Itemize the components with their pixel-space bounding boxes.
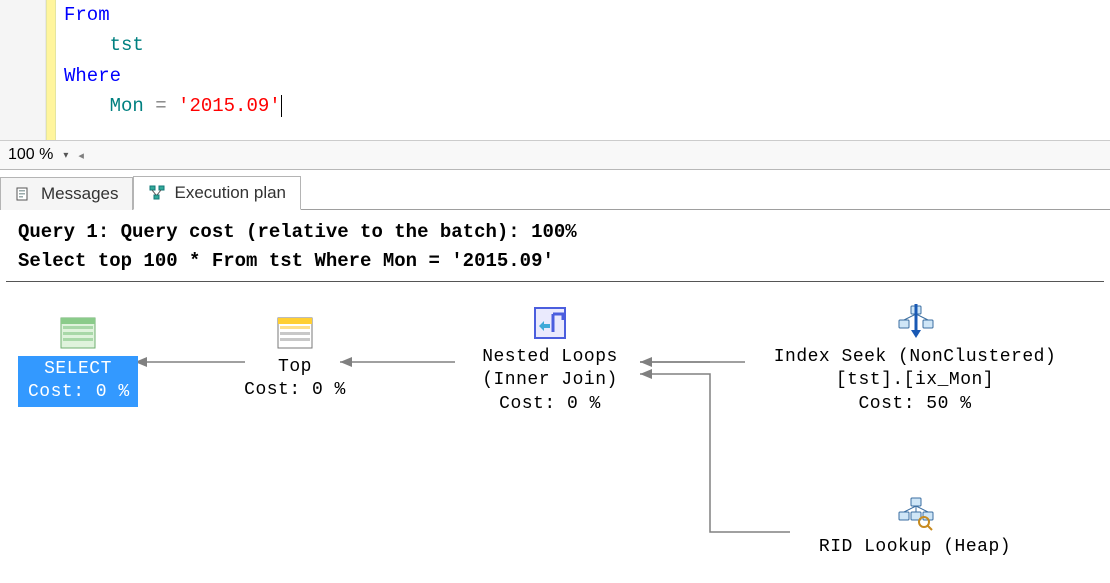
zoom-bar: 100 % ▾ ◂ [0,140,1110,170]
seek-sub: [tst].[ix_Mon] [745,369,1085,392]
text-cursor [281,95,282,117]
nested-cost: Cost: 0 % [450,393,650,416]
string-literal: '2015.09' [178,95,281,117]
plan-node-index-seek[interactable]: Index Seek (NonClustered) [tst].[ix_Mon]… [745,302,1085,416]
tab-execution-plan[interactable]: Execution plan [133,176,301,210]
sql-code[interactable]: From tst Where Mon = '2015.09' [56,0,290,140]
nested-loops-icon [529,302,571,344]
tab-execution-plan-label: Execution plan [174,183,286,203]
zoom-value[interactable]: 100 % [8,146,53,164]
plan-node-rid-lookup[interactable]: RID Lookup (Heap) [790,492,1040,559]
keyword-where: Where [64,65,121,87]
select-highlight: SELECT Cost: 0 % [18,356,138,407]
top-icon [274,312,316,354]
rid-lookup-icon [894,492,936,534]
select-title: SELECT [28,358,128,381]
plan-diagram[interactable]: SELECT Cost: 0 % Top Cost: 0 % Nested Lo… [0,282,1110,562]
identifier-mon: Mon [110,95,144,117]
zoom-dropdown-icon[interactable]: ▾ [63,150,68,161]
top-cost: Cost: 0 % [240,379,350,402]
select-icon [57,312,99,354]
identifier-tst: tst [110,34,144,56]
scroll-left-icon[interactable]: ◂ [78,149,84,162]
nested-sub: (Inner Join) [450,369,650,392]
plan-node-top[interactable]: Top Cost: 0 % [240,312,350,403]
tab-messages[interactable]: Messages [0,177,133,210]
tab-messages-label: Messages [41,184,118,204]
operator-equals: = [144,95,178,117]
keyword-from: From [64,4,110,26]
select-cost: Cost: 0 % [28,381,128,404]
change-stripe [46,0,56,140]
sql-editor-pane[interactable]: From tst Where Mon = '2015.09' [0,0,1110,140]
plan-header-line1: Query 1: Query cost (relative to the bat… [18,218,1092,247]
plan-header: Query 1: Query cost (relative to the bat… [6,210,1104,282]
nested-title: Nested Loops [450,346,650,369]
editor-gutter [0,0,46,140]
index-seek-icon [894,302,936,344]
seek-cost: Cost: 50 % [745,393,1085,416]
plan-header-line2: Select top 100 * From tst Where Mon = '2… [18,247,1092,276]
execution-plan-icon [148,184,166,202]
plan-node-nested-loops[interactable]: Nested Loops (Inner Join) Cost: 0 % [450,302,650,416]
rid-title: RID Lookup (Heap) [790,536,1040,559]
plan-node-select[interactable]: SELECT Cost: 0 % [18,312,138,407]
messages-icon [15,185,33,203]
top-title: Top [240,356,350,379]
execution-plan-panel: Query 1: Query cost (relative to the bat… [0,210,1110,562]
seek-title: Index Seek (NonClustered) [745,346,1085,369]
results-tabs: Messages Execution plan [0,170,1110,210]
